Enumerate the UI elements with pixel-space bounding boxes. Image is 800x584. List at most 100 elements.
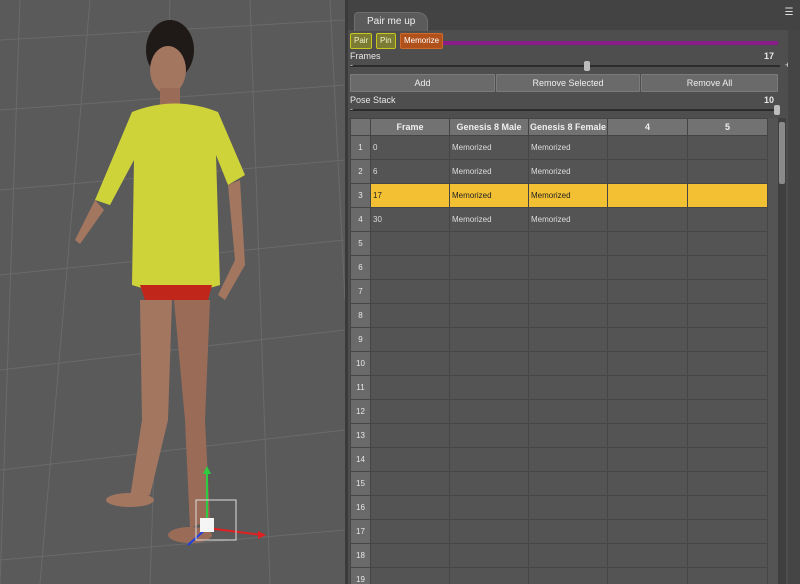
table-row[interactable]: 17 bbox=[350, 519, 768, 544]
table-cell[interactable] bbox=[449, 471, 529, 496]
table-cell[interactable]: Memorized bbox=[449, 159, 529, 184]
table-row[interactable]: 5 bbox=[350, 231, 768, 256]
table-cell[interactable] bbox=[528, 375, 608, 400]
table-cell[interactable] bbox=[528, 399, 608, 424]
table-cell[interactable] bbox=[370, 447, 450, 472]
table-cell[interactable] bbox=[528, 327, 608, 352]
table-cell[interactable] bbox=[449, 567, 529, 584]
table-cell[interactable] bbox=[449, 519, 529, 544]
row-number[interactable]: 14 bbox=[350, 447, 371, 472]
table-row[interactable]: 7 bbox=[350, 279, 768, 304]
table-cell[interactable] bbox=[528, 351, 608, 376]
table-cell[interactable] bbox=[607, 207, 688, 232]
frames-minus[interactable]: - bbox=[350, 60, 353, 70]
table-row[interactable]: 2 6 Memorized Memorized bbox=[350, 159, 768, 184]
table-cell[interactable] bbox=[687, 183, 768, 208]
row-number[interactable]: 4 bbox=[350, 207, 371, 232]
table-cell[interactable] bbox=[687, 327, 768, 352]
row-number[interactable]: 9 bbox=[350, 327, 371, 352]
pose-stack-slider-thumb[interactable] bbox=[774, 105, 780, 115]
table-scrollbar[interactable] bbox=[778, 118, 786, 584]
table-cell[interactable]: 17 bbox=[370, 183, 450, 208]
table-cell[interactable] bbox=[687, 255, 768, 280]
table-cell[interactable] bbox=[370, 567, 450, 584]
table-cell[interactable] bbox=[687, 207, 768, 232]
row-number[interactable]: 6 bbox=[350, 255, 371, 280]
table-cell[interactable]: Memorized bbox=[449, 183, 529, 208]
table-row[interactable]: 10 bbox=[350, 351, 768, 376]
column-header[interactable]: Genesis 8 Male bbox=[449, 118, 529, 136]
row-number[interactable]: 17 bbox=[350, 519, 371, 544]
table-cell[interactable] bbox=[370, 399, 450, 424]
table-row[interactable]: 8 bbox=[350, 303, 768, 328]
row-number[interactable]: 15 bbox=[350, 471, 371, 496]
3d-viewport[interactable] bbox=[0, 0, 345, 584]
table-cell[interactable] bbox=[607, 351, 688, 376]
table-cell[interactable] bbox=[528, 231, 608, 256]
table-row[interactable]: 18 bbox=[350, 543, 768, 568]
table-cell[interactable] bbox=[687, 159, 768, 184]
table-cell[interactable] bbox=[370, 255, 450, 280]
table-row[interactable]: 3 17 Memorized Memorized bbox=[350, 183, 768, 208]
pose-stack-slider[interactable]: - bbox=[350, 104, 780, 115]
table-row[interactable]: 19 bbox=[350, 567, 768, 584]
table-cell[interactable] bbox=[687, 375, 768, 400]
row-number[interactable]: 1 bbox=[350, 135, 371, 160]
table-cell[interactable] bbox=[449, 495, 529, 520]
row-number[interactable]: 12 bbox=[350, 399, 371, 424]
table-cell[interactable] bbox=[607, 567, 688, 584]
row-number[interactable]: 2 bbox=[350, 159, 371, 184]
table-cell[interactable] bbox=[370, 327, 450, 352]
table-cell[interactable]: 30 bbox=[370, 207, 450, 232]
column-header[interactable]: 4 bbox=[607, 118, 688, 136]
table-cell[interactable] bbox=[528, 471, 608, 496]
scrollbar-thumb[interactable] bbox=[779, 122, 785, 184]
table-cell[interactable] bbox=[687, 231, 768, 256]
table-cell[interactable] bbox=[449, 231, 529, 256]
table-cell[interactable]: Memorized bbox=[449, 135, 529, 160]
row-number[interactable]: 5 bbox=[350, 231, 371, 256]
table-cell[interactable] bbox=[687, 423, 768, 448]
table-cell[interactable] bbox=[687, 471, 768, 496]
table-cell[interactable] bbox=[449, 399, 529, 424]
table-row[interactable]: 4 30 Memorized Memorized bbox=[350, 207, 768, 232]
row-number[interactable]: 19 bbox=[350, 567, 371, 584]
row-number[interactable]: 10 bbox=[350, 351, 371, 376]
row-number[interactable]: 7 bbox=[350, 279, 371, 304]
table-cell[interactable] bbox=[687, 303, 768, 328]
row-number[interactable]: 8 bbox=[350, 303, 371, 328]
table-cell[interactable] bbox=[370, 303, 450, 328]
table-cell[interactable]: 0 bbox=[370, 135, 450, 160]
table-cell[interactable] bbox=[449, 303, 529, 328]
row-number[interactable]: 16 bbox=[350, 495, 371, 520]
table-cell[interactable] bbox=[528, 303, 608, 328]
table-cell[interactable] bbox=[528, 567, 608, 584]
column-header[interactable]: Frame bbox=[370, 118, 450, 136]
table-cell[interactable] bbox=[449, 543, 529, 568]
table-cell[interactable] bbox=[449, 423, 529, 448]
table-cell[interactable] bbox=[370, 351, 450, 376]
table-row[interactable]: 1 0 Memorized Memorized bbox=[350, 135, 768, 160]
column-header[interactable]: Genesis 8 Female bbox=[528, 118, 608, 136]
menu-lines-icon[interactable]: ☰ bbox=[782, 6, 796, 20]
table-cell[interactable] bbox=[687, 519, 768, 544]
table-cell[interactable] bbox=[528, 543, 608, 568]
table-cell[interactable] bbox=[687, 567, 768, 584]
table-cell[interactable]: Memorized bbox=[528, 183, 608, 208]
table-cell[interactable] bbox=[687, 135, 768, 160]
remove-selected-button[interactable]: Remove Selected bbox=[496, 74, 640, 92]
pose-stack-minus[interactable]: - bbox=[350, 104, 353, 114]
row-number[interactable]: 3 bbox=[350, 183, 371, 208]
table-cell[interactable] bbox=[449, 375, 529, 400]
table-cell[interactable] bbox=[687, 279, 768, 304]
table-cell[interactable] bbox=[370, 423, 450, 448]
table-cell[interactable] bbox=[449, 279, 529, 304]
table-cell[interactable] bbox=[370, 495, 450, 520]
frames-slider-thumb[interactable] bbox=[583, 61, 590, 71]
table-cell[interactable] bbox=[687, 351, 768, 376]
table-cell[interactable] bbox=[528, 423, 608, 448]
frames-slider[interactable]: - + bbox=[350, 60, 790, 71]
table-cell[interactable] bbox=[607, 423, 688, 448]
table-cell[interactable] bbox=[607, 519, 688, 544]
table-cell[interactable] bbox=[528, 279, 608, 304]
